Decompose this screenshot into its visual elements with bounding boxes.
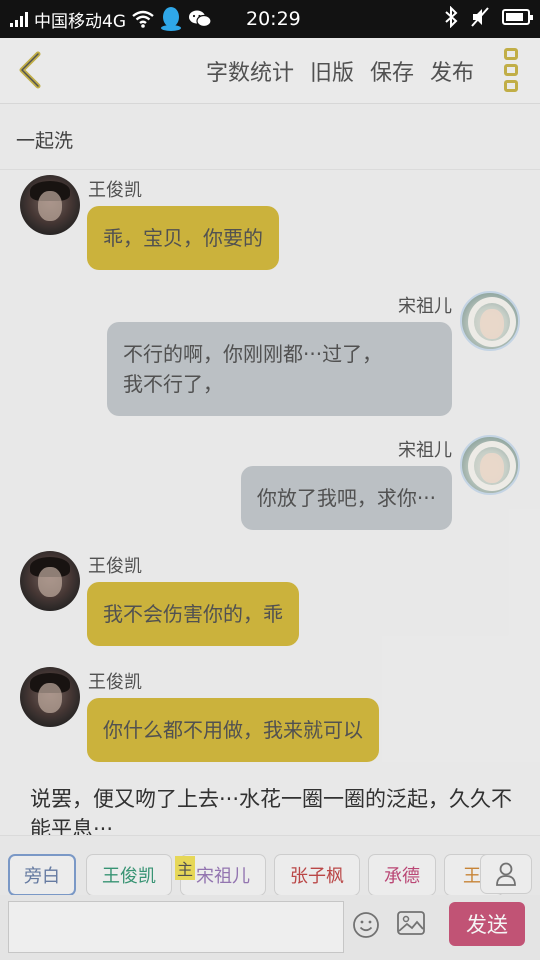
word-count-button[interactable]: 字数统计: [206, 55, 294, 87]
chat-message[interactable]: 王俊凯 你什么都不用做，我来就可以: [0, 662, 540, 762]
message-bubble[interactable]: 不行的啊，你刚刚都···过了， 我不行了，: [107, 322, 452, 416]
avatar[interactable]: [20, 175, 80, 235]
narration-text[interactable]: 说罢，便又吻了上去···水花一圈一圈的泛起，久久不能平息···: [30, 784, 520, 835]
character-tab-narrator[interactable]: 旁白: [8, 854, 76, 896]
character-tab[interactable]: 承德: [368, 854, 436, 896]
chapter-title[interactable]: 一起洗: [0, 104, 540, 170]
avatar[interactable]: [460, 291, 520, 351]
carrier-label: 中国移动4G: [34, 11, 126, 32]
host-badge: 主: [175, 856, 195, 880]
message-bubble[interactable]: 你什么都不用做，我来就可以: [87, 698, 379, 762]
signal-icon: [10, 11, 28, 27]
mute-icon: [471, 7, 489, 27]
speaker-name: 宋祖儿: [398, 440, 452, 461]
save-button[interactable]: 保存: [370, 55, 414, 87]
input-bar: 发送: [0, 895, 540, 960]
status-left: 中国移动4G: [10, 6, 212, 32]
character-tab[interactable]: 王俊凯: [86, 854, 172, 896]
publish-button[interactable]: 发布: [430, 55, 474, 87]
message-bubble[interactable]: 乖，宝贝，你要的: [87, 206, 279, 270]
status-right: [444, 6, 533, 28]
status-bar: 中国移动4G 20:29: [0, 0, 540, 38]
editor-toolbar: 字数统计 旧版 保存 发布: [0, 38, 540, 104]
speaker-name: 王俊凯: [88, 556, 142, 577]
person-icon: [496, 862, 516, 886]
image-icon[interactable]: [396, 909, 426, 937]
back-button[interactable]: [12, 50, 48, 90]
message-input[interactable]: [8, 901, 344, 953]
old-version-button[interactable]: 旧版: [310, 55, 354, 87]
speaker-name: 王俊凯: [88, 180, 142, 201]
chat-area[interactable]: 王俊凯 乖，宝贝，你要的 宋祖儿 不行的啊，你刚刚都···过了， 我不行了， 宋…: [0, 170, 540, 835]
speaker-name: 宋祖儿: [398, 296, 452, 317]
toolbar-actions: 字数统计 旧版 保存 发布: [206, 55, 474, 87]
chat-message[interactable]: 宋祖儿 你放了我吧，求你···: [0, 430, 540, 530]
message-bubble[interactable]: 你放了我吧，求你···: [240, 466, 452, 530]
add-character-button[interactable]: [480, 854, 532, 894]
clock: 20:29: [246, 8, 301, 30]
speaker-name: 王俊凯: [88, 672, 142, 693]
message-bubble[interactable]: 我不会伤害你的，乖: [87, 582, 299, 646]
wifi-icon: [132, 10, 154, 28]
chat-message[interactable]: 王俊凯 我不会伤害你的，乖: [0, 546, 540, 646]
chat-message[interactable]: 宋祖儿 不行的啊，你刚刚都···过了， 我不行了，: [0, 286, 540, 416]
wechat-icon: [189, 10, 212, 28]
avatar[interactable]: [460, 435, 520, 495]
more-menu-icon[interactable]: [502, 48, 520, 92]
character-tab[interactable]: 张子枫: [274, 854, 360, 896]
emoji-icon[interactable]: [352, 911, 380, 939]
character-selector: 旁白 王俊凯 宋祖儿 主 张子枫 承德 王: [0, 835, 540, 896]
battery-icon: [502, 9, 533, 25]
qq-icon: [161, 7, 181, 31]
bluetooth-icon: [445, 6, 458, 28]
avatar[interactable]: [20, 667, 80, 727]
chat-message[interactable]: 王俊凯 乖，宝贝，你要的: [0, 170, 540, 270]
send-button[interactable]: 发送: [449, 902, 525, 946]
avatar[interactable]: [20, 551, 80, 611]
